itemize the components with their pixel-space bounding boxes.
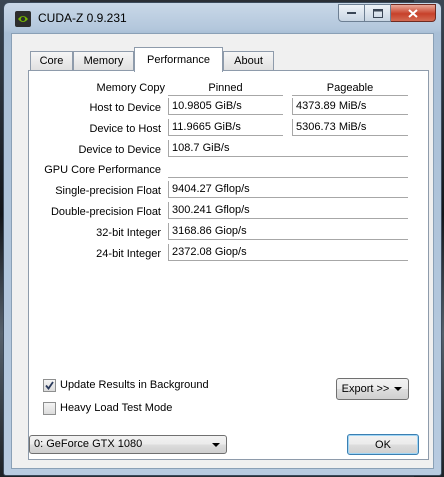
- minimize-icon: [347, 12, 356, 14]
- tab-label: About: [234, 55, 263, 67]
- int24-label: 24-bit Integer: [96, 248, 161, 260]
- host-to-device-pageable: 4373.89 MiB/s: [292, 98, 408, 115]
- nvidia-logo-icon: [15, 11, 31, 27]
- tab-label: Memory: [83, 55, 124, 67]
- device-select-value: 0: GeForce GTX 1080: [34, 438, 143, 450]
- checkmark-icon: [45, 381, 54, 390]
- pinned-header-line: [168, 95, 283, 96]
- device-to-host-pageable: 5306.73 MiB/s: [292, 119, 408, 136]
- int32-value: 3168.86 Giop/s: [168, 223, 408, 240]
- minimize-button[interactable]: [338, 4, 365, 22]
- pinned-header: Pinned: [208, 82, 243, 94]
- app-window: CUDA-Z 0.9.231 Core Memory Performance A…: [3, 2, 442, 476]
- double-precision-label: Double-precision Float: [50, 206, 161, 218]
- single-precision-label: Single-precision Float: [55, 185, 161, 197]
- export-button-label: Export >>: [341, 383, 390, 395]
- int32-label: 32-bit Integer: [96, 227, 161, 239]
- tab-about[interactable]: About: [223, 51, 274, 70]
- close-button[interactable]: [391, 4, 436, 22]
- single-precision-value: 9404.27 Gflop/s: [168, 181, 408, 198]
- device-to-device-label: Device to Device: [78, 144, 161, 156]
- gpu-header-line: [168, 177, 408, 178]
- host-to-device-label: Host to Device: [89, 102, 161, 114]
- close-icon: [408, 8, 418, 18]
- ok-button-label: OK: [375, 438, 391, 451]
- export-button[interactable]: Export >>: [336, 378, 409, 400]
- dropdown-arrow-icon: [394, 387, 403, 391]
- update-background-checkbox[interactable]: [43, 379, 56, 392]
- pageable-header: Pageable: [326, 82, 374, 94]
- client-area: Core Memory Performance About Memory Cop…: [11, 33, 434, 469]
- int24-value: 2372.08 Giop/s: [168, 244, 408, 261]
- device-select[interactable]: 0: GeForce GTX 1080: [29, 435, 227, 454]
- tab-core[interactable]: Core: [30, 51, 73, 70]
- maximize-icon: [372, 8, 383, 18]
- tab-label: Core: [39, 55, 64, 67]
- window-title: CUDA-Z 0.9.231: [38, 11, 127, 25]
- pageable-header-line: [292, 95, 408, 96]
- update-background-label[interactable]: Update Results in Background: [60, 379, 209, 391]
- tab-performance[interactable]: Performance: [134, 47, 223, 72]
- heavy-load-label[interactable]: Heavy Load Test Mode: [60, 402, 172, 414]
- gpu-core-performance-label: GPU Core Performance: [44, 164, 161, 176]
- device-to-host-pinned: 11.9665 GiB/s: [168, 119, 283, 136]
- tab-label: Performance: [147, 54, 210, 66]
- maximize-button[interactable]: [365, 4, 391, 22]
- title-bar[interactable]: CUDA-Z 0.9.231: [4, 3, 441, 33]
- dropdown-arrow-icon: [212, 443, 220, 447]
- tab-memory[interactable]: Memory: [73, 51, 134, 70]
- ok-button[interactable]: OK: [347, 434, 419, 455]
- double-precision-value: 300.241 Gflop/s: [168, 202, 408, 219]
- heavy-load-checkbox[interactable]: [43, 402, 56, 415]
- performance-panel: Memory Copy Pinned Pageable Host to Devi…: [28, 70, 429, 460]
- host-to-device-pinned: 10.9805 GiB/s: [168, 98, 283, 115]
- memory-copy-label: Memory Copy: [96, 82, 165, 94]
- device-to-device-value: 108.7 GiB/s: [168, 140, 408, 157]
- device-to-host-label: Device to Host: [89, 123, 161, 135]
